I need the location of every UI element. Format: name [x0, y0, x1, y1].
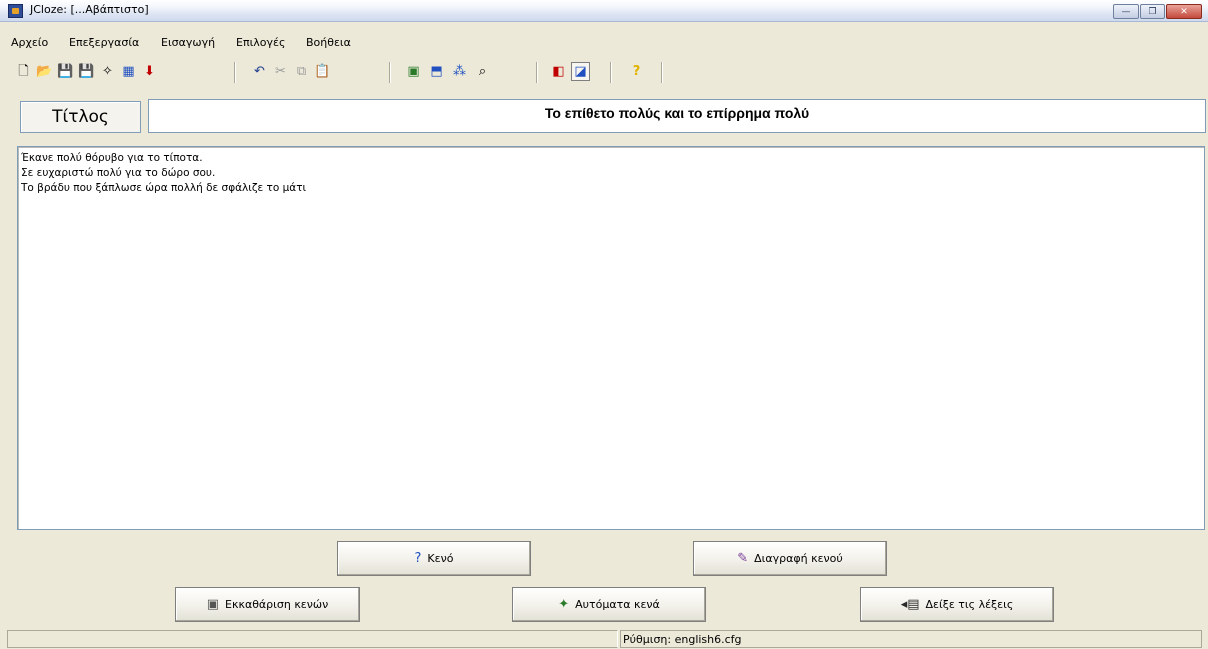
- word-list-icon: ◂▤: [900, 597, 920, 612]
- gap-button[interactable]: ? Κενό: [337, 541, 531, 576]
- toolbar: 🗋 📂 💾 💾 ✧ ▦ ⬇ ↶ ✂ ⧉ 📋 ▣ ⬒ ⁂ ⌕ ◧ ◪ ?: [0, 58, 1208, 88]
- web-page-icon[interactable]: ▦: [119, 62, 138, 81]
- toolbar-separator: [610, 62, 612, 83]
- wand-icon: ✦: [558, 597, 570, 612]
- app-icon: [8, 4, 23, 18]
- status-bar: Ρύθμιση: english6.cfg: [0, 629, 1208, 649]
- save-icon[interactable]: 💾: [56, 62, 75, 81]
- new-file-icon[interactable]: 🗋: [14, 62, 33, 81]
- text-line: Σε ευχαριστώ πολύ για το δώρο σου.: [21, 167, 216, 179]
- undo-icon[interactable]: ↶: [250, 62, 269, 81]
- title-input[interactable]: Το επίθετο πολύς και το επίρρημα πολύ: [148, 99, 1206, 133]
- auto-gaps-button-label: Αυτόματα κενά: [575, 598, 660, 611]
- menu-insert[interactable]: Εισαγωγή: [161, 36, 215, 49]
- window-title: JCloze: [...Αβάπτιστο]: [30, 3, 149, 16]
- menu-file[interactable]: Αρχείο: [11, 36, 48, 49]
- check-icon[interactable]: ✧: [98, 62, 117, 81]
- save-as-icon[interactable]: 💾: [77, 62, 96, 81]
- menu-options[interactable]: Επιλογές: [236, 36, 285, 49]
- clear-gaps-button[interactable]: ▣ Εκκαθάριση κενών: [175, 587, 360, 622]
- maximize-button[interactable]: ❐: [1140, 4, 1165, 19]
- delete-gap-button[interactable]: ✎ Διαγραφή κενού: [693, 541, 887, 576]
- show-words-button-label: Δείξε τις λέξεις: [925, 598, 1014, 611]
- delete-gap-button-label: Διαγραφή κενού: [754, 552, 843, 565]
- text-line: Το βράδυ που ξάπλωσε ώρα πολλή δε σφάλιζ…: [21, 182, 307, 194]
- help-icon[interactable]: ?: [627, 62, 646, 81]
- menu-bar: Αρχείο Επεξεργασία Εισαγωγή Επιλογές Βοή…: [0, 34, 1208, 52]
- generate-gaps-icon[interactable]: ⁂: [450, 62, 469, 81]
- download-icon[interactable]: ⬇: [140, 62, 159, 81]
- close-button[interactable]: ✕: [1166, 4, 1202, 19]
- config-icon[interactable]: ◧: [549, 62, 568, 81]
- cut-icon[interactable]: ✂: [271, 62, 290, 81]
- open-folder-icon[interactable]: 📂: [35, 62, 54, 81]
- eraser-icon: ✎: [737, 551, 749, 566]
- clear-icon: ▣: [206, 597, 220, 612]
- gap-settings-icon[interactable]: ▣: [404, 62, 423, 81]
- paste-icon[interactable]: 📋: [313, 62, 332, 81]
- copy-icon[interactable]: ⧉: [292, 62, 311, 81]
- window-icon[interactable]: ◪: [571, 62, 590, 81]
- text-line: Έκανε πολύ θόρυβο για το τίποτα.: [21, 152, 203, 164]
- title-bar: JCloze: [...Αβάπτιστο] — ❐ ✕: [0, 0, 1208, 22]
- menu-help[interactable]: Βοήθεια: [306, 36, 351, 49]
- export-icon[interactable]: ⬒: [427, 62, 446, 81]
- auto-gaps-button[interactable]: ✦ Αυτόματα κενά: [512, 587, 706, 622]
- title-label: Τίτλος: [20, 101, 141, 133]
- status-config: Ρύθμιση: english6.cfg: [620, 630, 1202, 648]
- menu-edit[interactable]: Επεξεργασία: [69, 36, 139, 49]
- gap-button-label: Κενό: [427, 552, 454, 565]
- toolbar-separator: [661, 62, 663, 83]
- clear-gaps-button-label: Εκκαθάριση κενών: [225, 598, 329, 611]
- toolbar-separator: [536, 62, 538, 83]
- cloze-text-editor[interactable]: Έκανε πολύ θόρυβο για το τίποτα. Σε ευχα…: [17, 146, 1205, 530]
- status-panel-left: [7, 630, 618, 648]
- minimize-button[interactable]: —: [1113, 4, 1139, 19]
- toolbar-separator: [234, 62, 236, 83]
- find-icon[interactable]: ⌕: [473, 62, 492, 81]
- show-words-button[interactable]: ◂▤ Δείξε τις λέξεις: [860, 587, 1054, 622]
- question-icon: ?: [414, 551, 422, 566]
- toolbar-separator: [389, 62, 391, 83]
